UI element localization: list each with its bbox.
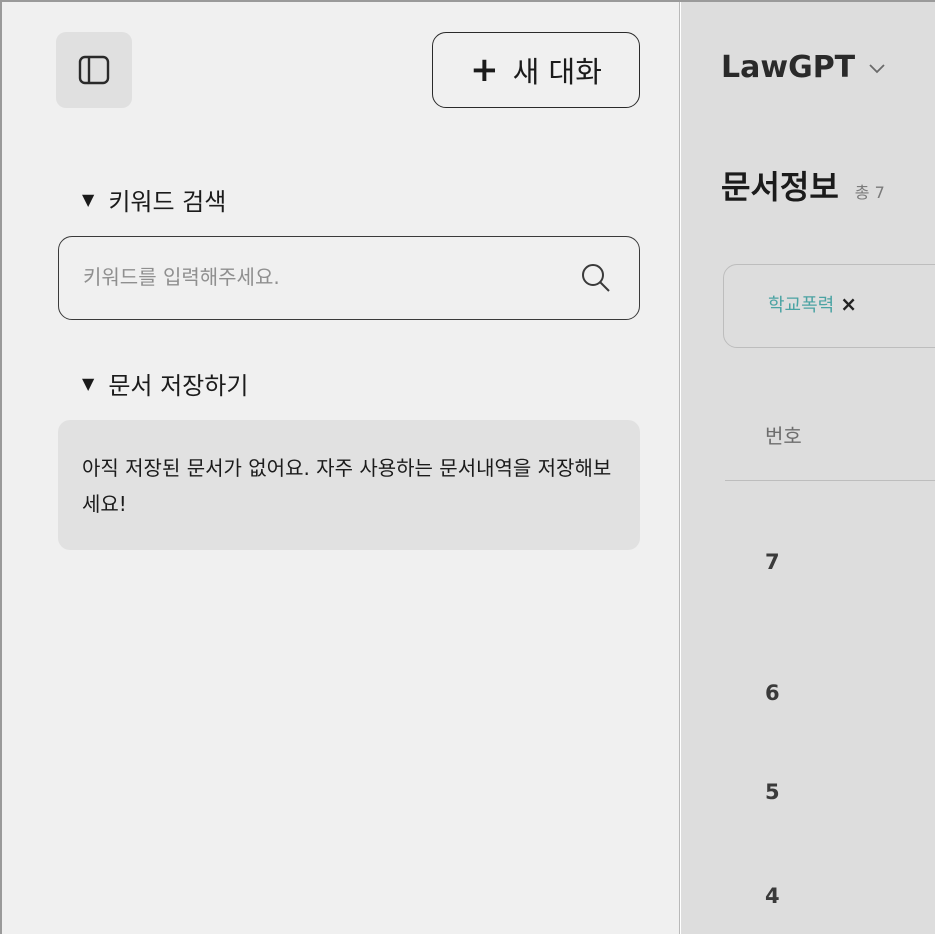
keyword-search-input[interactable] [83,257,553,297]
filter-chip[interactable]: 학교폭력 × [768,291,857,317]
saved-section-title: 문서 저장하기 [108,372,249,400]
filter-box: 학교폭력 × [723,264,935,348]
page-title-text: 문서정보 [721,168,839,206]
new-chat-label: 새 대화 [512,55,602,89]
plus-icon: + [470,50,499,90]
saved-documents-empty: 아직 저장된 문서가 없어요. 자주 사용하는 문서내역을 저장해보세요! [58,420,640,550]
sidebar-toggle-icon [78,55,110,85]
saved-section-toggle[interactable]: ▼ 문서 저장하기 [82,366,248,401]
model-name: LawGPT [721,50,856,85]
table-row-number[interactable]: 4 [765,884,780,908]
search-icon[interactable] [579,261,613,295]
model-selector[interactable]: LawGPT [721,50,887,85]
document-count: 총 7 [854,183,885,202]
keyword-section-toggle[interactable]: ▼ 키워드 검색 [82,182,226,217]
table-row-number[interactable]: 6 [765,681,780,705]
table-divider [725,480,935,481]
keyword-search-box [58,236,640,320]
chevron-down-icon [869,63,885,73]
empty-message: 아직 저장된 문서가 없어요. 자주 사용하는 문서내역을 저장해보세요! [82,456,612,516]
main-panel: LawGPT 문서정보 총 7 학교폭력 × 번호 7 6 5 4 [681,2,935,934]
table-row-number[interactable]: 5 [765,780,780,804]
keyword-section-title: 키워드 검색 [108,188,227,216]
collapse-triangle-icon: ▼ [82,374,95,393]
page-title: 문서정보 총 7 [721,162,885,208]
sidebar-toggle-button[interactable] [56,32,132,108]
app-frame: + 새 대화 ▼ 키워드 검색 ▼ 문서 저장하기 아직 저장된 문서가 없어요… [0,0,935,934]
filter-chip-label: 학교폭력 [768,295,835,316]
collapse-triangle-icon: ▼ [82,190,95,209]
sidebar: + 새 대화 ▼ 키워드 검색 ▼ 문서 저장하기 아직 저장된 문서가 없어요… [2,2,680,934]
new-chat-button[interactable]: + 새 대화 [432,32,640,108]
table-header-number: 번호 [765,424,802,448]
remove-chip-icon[interactable]: × [840,292,857,316]
table-row-number[interactable]: 7 [765,550,780,574]
